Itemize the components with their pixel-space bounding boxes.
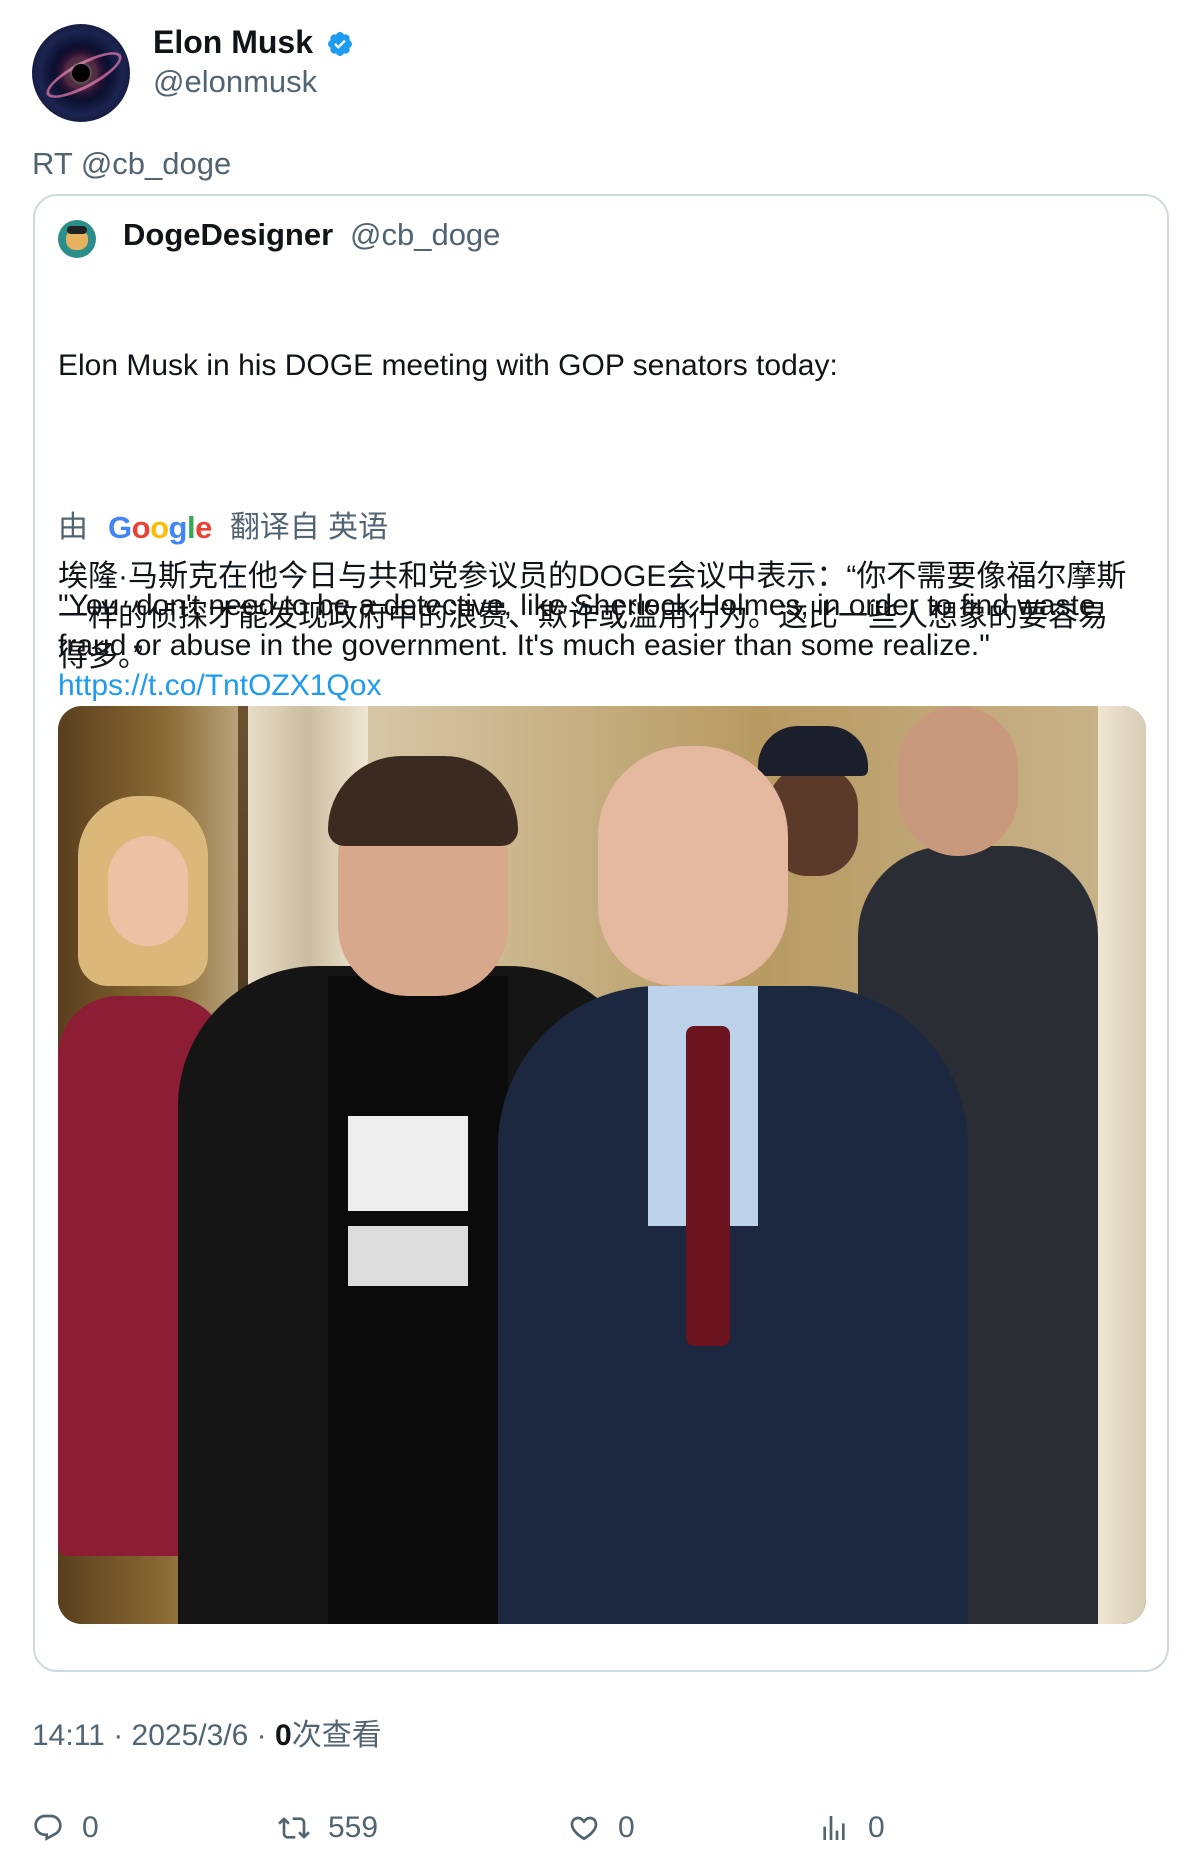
translated-text: 埃隆·马斯克在他今日与共和党参议员的DOGE会议中表示：“你不需要像福尔摩斯一样… <box>58 560 1127 673</box>
quoted-text-line: Elon Musk in his DOGE meeting with GOP s… <box>58 349 838 382</box>
google-logo: Google <box>108 510 212 545</box>
translation-suffix: 翻译自 英语 <box>229 511 389 544</box>
author-display-name[interactable]: Elon Musk <box>153 22 313 62</box>
views-icon <box>823 1816 845 1840</box>
like-button[interactable]: 0 <box>568 1808 635 1848</box>
translation-attribution: 由 Google 翻译自 英语 <box>58 508 388 548</box>
translation-prefix: 由 <box>58 511 88 544</box>
views-label: 次查看 <box>291 1719 382 1752</box>
quoted-author-handle[interactable]: @cb_doge <box>350 215 500 255</box>
like-count: 0 <box>618 1811 635 1844</box>
quoted-author-avatar[interactable] <box>58 220 96 258</box>
like-icon <box>570 1816 598 1841</box>
reply-count: 0 <box>82 1811 99 1844</box>
author-avatar[interactable] <box>32 24 130 122</box>
reply-icon <box>34 1814 62 1841</box>
tweet-time[interactable]: 14:11 <box>32 1719 105 1752</box>
tweet-meta: 14:11 · 2025/3/6 · 0次查看 <box>32 1716 382 1756</box>
retweet-label: RT @cb_doge <box>32 146 232 181</box>
author-handle[interactable]: @elonmusk <box>153 62 317 102</box>
tweet-date[interactable]: 2025/3/6 <box>132 1719 249 1752</box>
meta-separator: · <box>113 1719 124 1752</box>
views-count-action: 0 <box>868 1811 885 1844</box>
reply-button[interactable]: 0 <box>32 1808 99 1848</box>
verified-badge-icon <box>328 32 352 56</box>
views-button[interactable]: 0 <box>818 1808 885 1848</box>
tweet-photo[interactable] <box>58 706 1146 1624</box>
quoted-author-name[interactable]: DogeDesigner <box>123 215 333 255</box>
retweet-icon <box>278 1817 310 1839</box>
views-count: 0 <box>275 1719 292 1752</box>
retweet-button[interactable]: 559 <box>278 1808 378 1848</box>
meta-separator: · <box>256 1719 267 1752</box>
retweet-count: 559 <box>328 1811 379 1844</box>
